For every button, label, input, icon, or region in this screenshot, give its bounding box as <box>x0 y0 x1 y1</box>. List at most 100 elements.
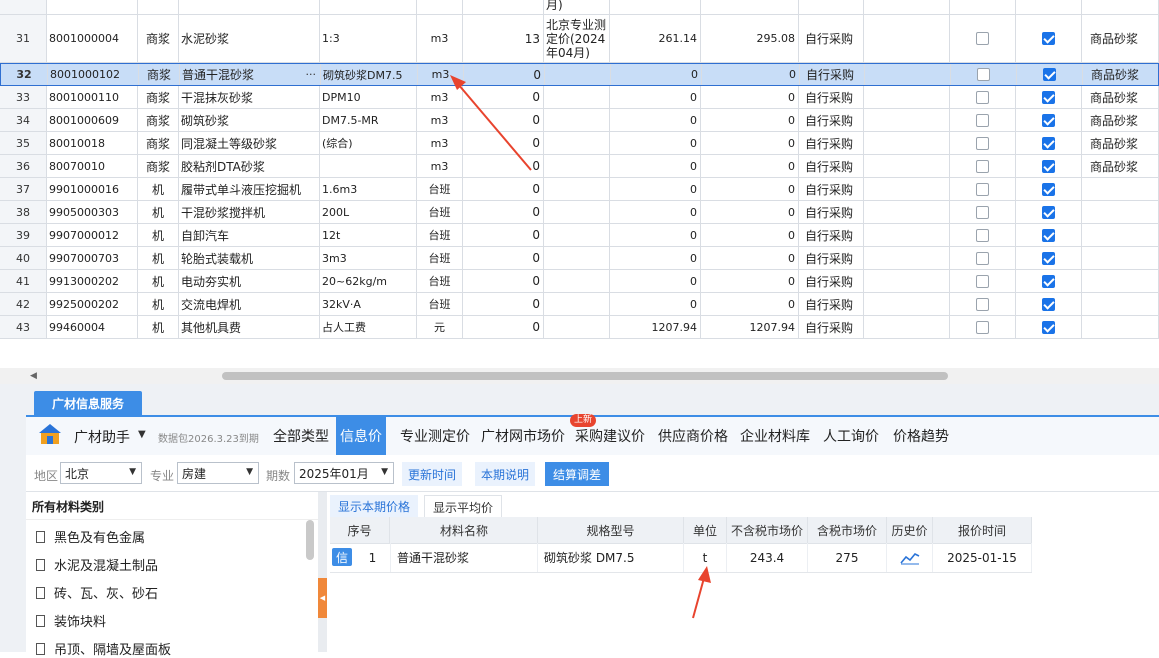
cell-name[interactable]: 水泥砂浆 <box>179 15 320 62</box>
table-row[interactable]: 40 9907000703 机轮胎式装载机 3m3 台班 0 0 0 自行采购 <box>0 247 1159 270</box>
helper-label[interactable]: 广材助手 <box>74 427 130 447</box>
category-item[interactable]: 装饰块料 <box>36 611 106 630</box>
checkbox-checked[interactable] <box>1042 90 1055 104</box>
checkbox-checked[interactable] <box>1042 113 1055 127</box>
category-item[interactable]: 黑色及有色金属 <box>36 527 145 546</box>
tab-current-price[interactable]: 显示本期价格 <box>330 495 419 519</box>
collapse-left-icon[interactable]: ◀ <box>318 578 327 618</box>
checkbox-checked[interactable] <box>1042 32 1055 45</box>
cell-name[interactable]: 自卸汽车 <box>179 224 320 246</box>
tab-3[interactable]: 广材网市场价 <box>477 417 569 455</box>
cell-qty[interactable]: 0 <box>463 155 544 177</box>
checkbox[interactable] <box>976 251 989 265</box>
table-row[interactable]: 36 80070010 商浆 胶粘剂DTA砂浆 m3 0 0 0 自行采购 商品砂浆 <box>0 155 1159 178</box>
cell-qty[interactable]: 0 <box>463 109 544 131</box>
table-row[interactable]: 31 8001000004 商浆 水泥砂浆 1:3 m3 13 北京专业测定价(2024年04… <box>0 15 1159 63</box>
column-header[interactable]: 规格型号 <box>538 517 684 543</box>
column-header[interactable]: 序号 <box>330 517 390 543</box>
cell-qty[interactable]: 0 <box>463 247 544 269</box>
checkbox-checked[interactable] <box>1042 159 1055 173</box>
tab-5[interactable]: 供应商价格 <box>654 417 732 455</box>
tab-average-price[interactable]: 显示平均价 <box>424 495 503 519</box>
tab-8[interactable]: 价格趋势 <box>889 417 953 455</box>
cell-name[interactable]: 其他机具费 <box>179 316 320 338</box>
cell-name[interactable]: 履带式单斗液压挖掘机 <box>179 178 320 200</box>
checkbox-checked[interactable] <box>1042 205 1055 219</box>
more-icon[interactable]: ··· <box>306 68 317 81</box>
cell-qty[interactable]: 0 <box>463 316 544 338</box>
cell-qty[interactable]: 0 <box>463 224 544 246</box>
region-select[interactable]: 北京 ▼ <box>60 462 142 484</box>
checkbox[interactable] <box>976 32 989 45</box>
checkbox[interactable] <box>976 274 989 288</box>
major-select[interactable]: 房建 ▼ <box>177 462 259 484</box>
category-item[interactable]: 砖、瓦、灰、砂石 <box>36 583 158 602</box>
cell-name[interactable]: 普通干混砂浆 ··· <box>180 64 321 85</box>
cell-qty[interactable]: 0 <box>463 132 544 154</box>
cell-spec[interactable]: DM7.5-MR <box>320 109 417 131</box>
checkbox-checked[interactable] <box>1042 320 1055 334</box>
cell-spec[interactable]: 占人工费 <box>320 316 417 338</box>
period-select[interactable]: 2025年01月 ▼ <box>294 462 394 484</box>
cell-spec[interactable] <box>320 155 417 177</box>
checkbox[interactable] <box>977 68 990 81</box>
cell-spec[interactable]: 32kV·A <box>320 293 417 315</box>
helper-dropdown-icon[interactable]: ▼ <box>138 429 146 440</box>
table-row[interactable]: 39 9907000012 机自卸汽车 12t 台班 0 0 0 自行采购 <box>0 224 1159 247</box>
settle-button[interactable]: 结算调差 <box>545 462 610 486</box>
tab-7[interactable]: 人工询价 <box>819 417 883 455</box>
cell-qty[interactable]: 0 <box>463 293 544 315</box>
checkbox[interactable] <box>976 205 989 219</box>
cell-name[interactable]: 同混凝土等级砂浆 <box>179 132 320 154</box>
checkbox[interactable] <box>976 159 989 173</box>
checkbox-checked[interactable] <box>1042 251 1055 265</box>
table-row[interactable]: 43 99460004 机其他机具费 占人工费元 0 1207.94 1207.94 自行采购 <box>0 316 1159 339</box>
checkbox[interactable] <box>976 113 989 127</box>
column-header[interactable]: 材料名称 <box>391 517 538 543</box>
checkbox[interactable] <box>976 136 989 150</box>
scrollbar-thumb[interactable] <box>222 372 948 380</box>
cell-name[interactable]: 电动夯实机 <box>179 270 320 292</box>
table-row[interactable]: 37 9901000016 机履带式单斗液压挖掘机 1.6m3 台班 0 0 0 自行采购 <box>0 178 1159 201</box>
tab-1[interactable]: 信息价 <box>336 417 386 455</box>
cell-name[interactable]: 交流电焊机 <box>179 293 320 315</box>
tab-guangcai-service[interactable]: 广材信息服务 <box>34 391 142 415</box>
cell-spec[interactable]: 20~62kg/m <box>320 270 417 292</box>
checkbox[interactable] <box>976 90 989 104</box>
checkbox-checked[interactable] <box>1043 68 1056 81</box>
cell-name[interactable]: 轮胎式装载机 <box>179 247 320 269</box>
update-time-button[interactable]: 更新时间 <box>402 462 463 486</box>
cell-qty[interactable]: 0 <box>463 178 544 200</box>
scroll-left-icon[interactable]: ◀ <box>30 371 37 381</box>
table-row[interactable]: 32 8001000102 商浆 普通干混砂浆 ··· 砌筑砂浆DM7.5 m3 0 0 0 自行采… <box>0 63 1159 86</box>
category-item[interactable]: 水泥及混凝土制品 <box>36 555 158 574</box>
checkbox-checked[interactable] <box>1042 274 1055 288</box>
checkbox-checked[interactable] <box>1042 228 1055 242</box>
category-item[interactable]: 吊顶、隔墙及屋面板 <box>36 639 171 658</box>
table-row[interactable]: 34 8001000609 商浆 砌筑砂浆 DM7.5-MR m3 0 0 0 自行采购 商品砂浆 <box>0 109 1159 132</box>
cell-qty[interactable]: 13 <box>463 15 544 62</box>
column-header[interactable]: 历史价 <box>887 517 933 543</box>
cell-spec[interactable]: 200L <box>320 201 417 223</box>
column-header[interactable]: 含税市场价 <box>808 517 887 543</box>
checkbox[interactable] <box>976 182 989 196</box>
period-note-button[interactable]: 本期说明 <box>475 462 536 486</box>
table-row[interactable]: 42 9925000202 机交流电焊机 32kV·A 台班 0 0 0 自行采购 <box>0 293 1159 316</box>
history-chart-icon[interactable] <box>887 543 933 572</box>
table-row[interactable]: 41 9913000202 机电动夯实机 20~62kg/m 台班 0 0 0 自行采购 <box>0 270 1159 293</box>
cell-spec[interactable]: 1.6m3 <box>320 178 417 200</box>
table-row[interactable]: 35 80010018 商浆 同混凝土等级砂浆 (综合) m3 0 0 0 自行采购 商品砂浆 <box>0 132 1159 155</box>
checkbox-checked[interactable] <box>1042 297 1055 311</box>
cell-name[interactable]: 砌筑砂浆 <box>179 109 320 131</box>
cell-spec[interactable]: 砌筑砂浆DM7.5 <box>321 64 418 85</box>
column-header[interactable]: 不含税市场价 <box>727 517 808 543</box>
cell-name[interactable]: 干混抹灰砂浆 <box>179 86 320 108</box>
cell-qty[interactable]: 0 <box>463 201 544 223</box>
cell-qty[interactable]: 0 <box>463 270 544 292</box>
cell-spec[interactable]: 1:3 <box>320 15 417 62</box>
category-scrollbar[interactable] <box>306 520 314 560</box>
cell-name[interactable]: 干混砂浆搅拌机 <box>179 201 320 223</box>
checkbox[interactable] <box>976 297 989 311</box>
cell-spec[interactable]: DPM10 <box>320 86 417 108</box>
tab-6[interactable]: 企业材料库 <box>736 417 814 455</box>
